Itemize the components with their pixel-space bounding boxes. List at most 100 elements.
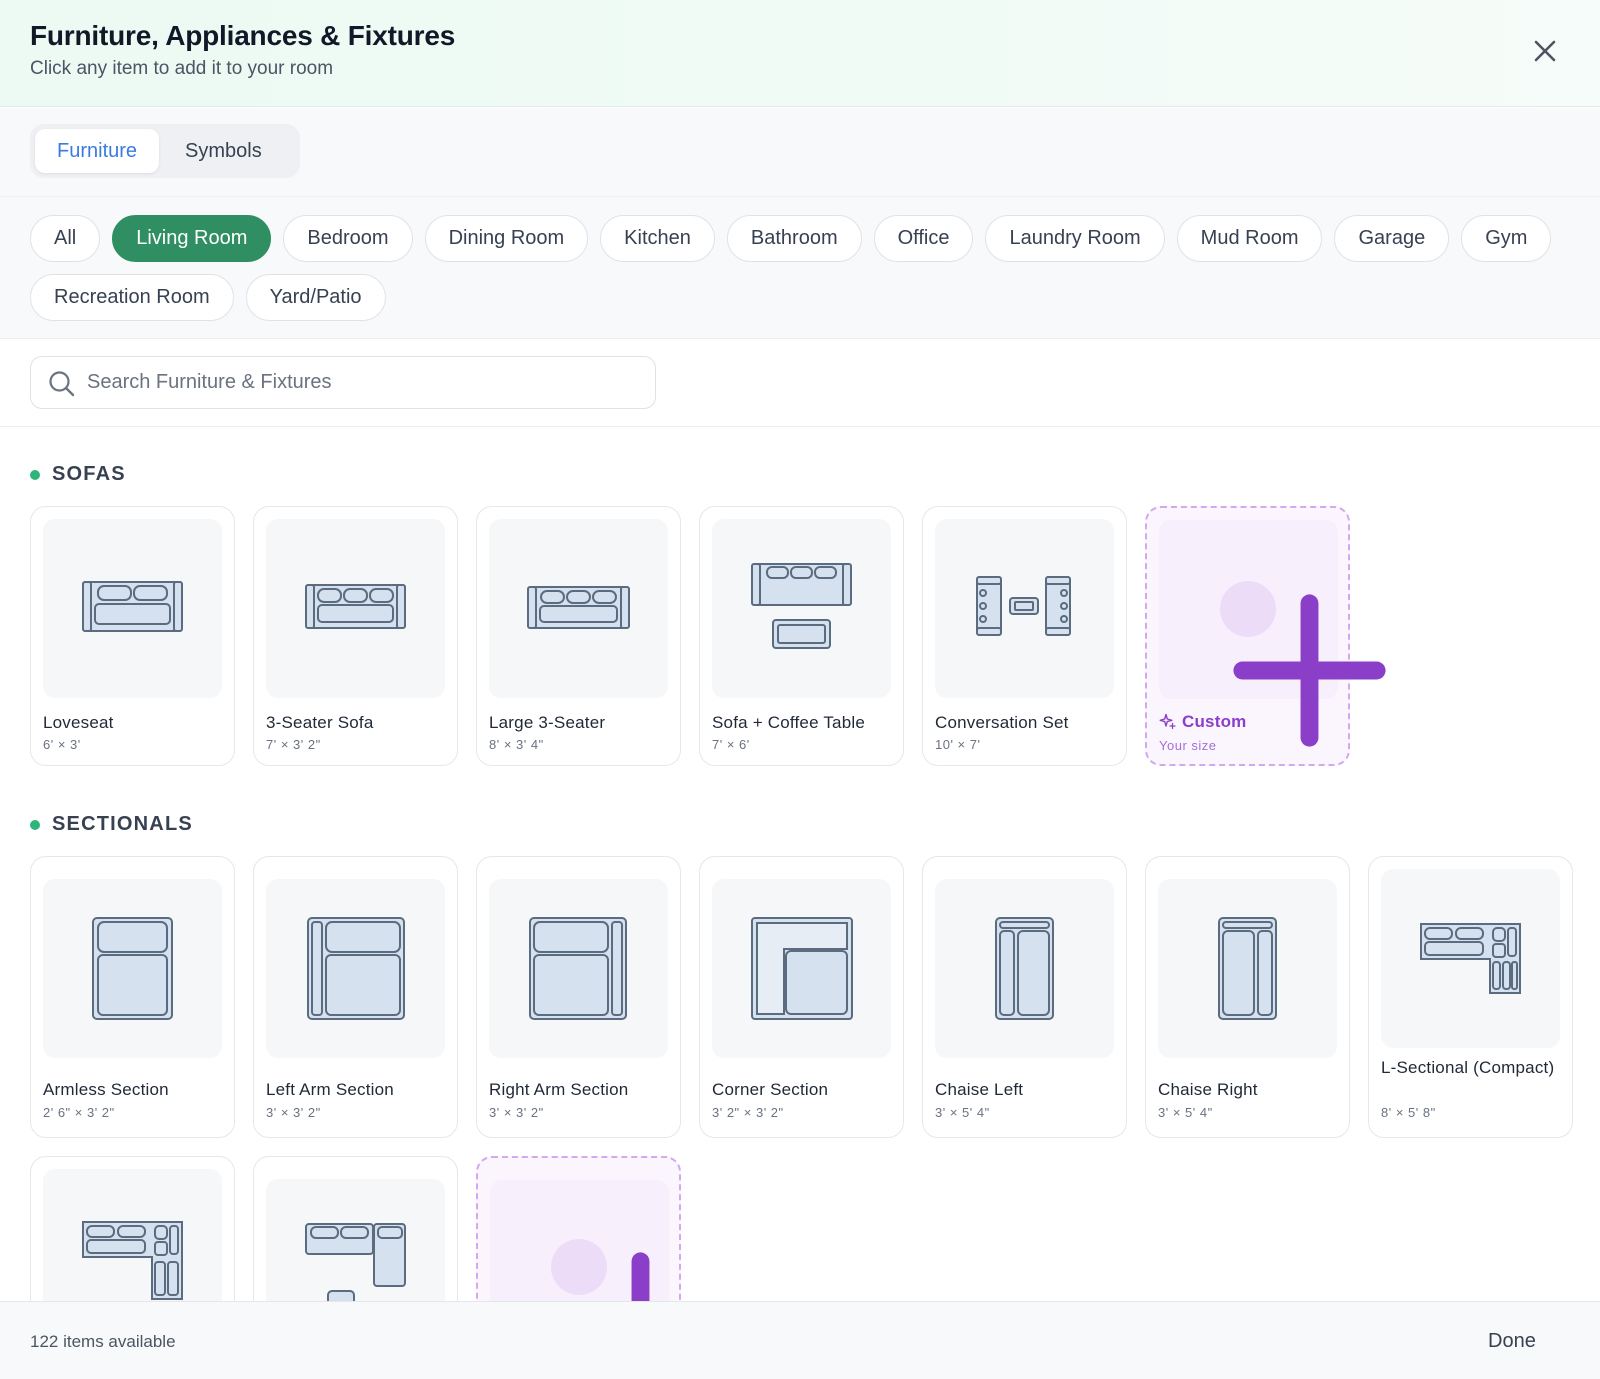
item-thumbnail bbox=[712, 519, 891, 698]
item-name: Right Arm Section bbox=[489, 1080, 629, 1099]
close-icon bbox=[1534, 40, 1556, 62]
dialog-subtitle: Click any item to add it to your room bbox=[30, 58, 334, 79]
item-card-sectional-with-ottoman[interactable] bbox=[253, 1156, 458, 1301]
item-thumbnail bbox=[489, 519, 668, 698]
sparkle-icon bbox=[1159, 713, 1176, 730]
item-name: Armless Section bbox=[43, 1080, 169, 1099]
tabs-bar: Furniture Symbols bbox=[0, 108, 1600, 197]
item-name: 3-Seater Sofa bbox=[266, 713, 374, 732]
item-thumbnail bbox=[266, 1179, 445, 1301]
item-thumbnail bbox=[43, 879, 222, 1058]
plus-icon bbox=[1233, 594, 1386, 747]
item-card-l-sectional-compact[interactable]: L-Sectional (Compact) 8' × 5' 8" bbox=[1368, 856, 1573, 1138]
item-dimensions: 8' × 5' 8" bbox=[1381, 1105, 1436, 1120]
filter-bathroom[interactable]: Bathroom bbox=[726, 215, 862, 262]
item-card-custom-sectional[interactable] bbox=[476, 1156, 681, 1301]
item-dimensions: 3' × 3' 2" bbox=[489, 1105, 544, 1120]
filter-office[interactable]: Office bbox=[873, 215, 974, 262]
item-name: Corner Section bbox=[712, 1080, 829, 1099]
sectional-ottoman-icon bbox=[305, 1223, 406, 1301]
item-thumbnail bbox=[1381, 869, 1560, 1048]
section-heading-sectionals: SECTIONALS bbox=[30, 813, 193, 836]
item-dimensions: 3' × 5' 4" bbox=[1158, 1105, 1213, 1120]
add-custom-circle bbox=[551, 1239, 650, 1301]
item-name: L-Sectional (Compact) bbox=[1381, 1058, 1555, 1077]
close-button[interactable] bbox=[1528, 34, 1562, 68]
item-dimensions: 7' × 6' bbox=[712, 737, 750, 752]
item-name: Chaise Left bbox=[935, 1080, 1024, 1099]
filter-garage[interactable]: Garage bbox=[1334, 215, 1450, 262]
item-thumbnail bbox=[266, 519, 445, 698]
catalog-scroll-area[interactable]: SOFAS Loveseat 6' × 3' 3-Seater Sofa 7' … bbox=[0, 427, 1600, 1301]
search-input[interactable] bbox=[87, 357, 647, 408]
room-filter-bar: All Living Room Bedroom Dining Room Kitc… bbox=[0, 197, 1600, 339]
item-name: Sofa + Coffee Table bbox=[712, 713, 865, 732]
item-dimensions: 8' × 3' 4" bbox=[489, 737, 544, 752]
filter-living-room[interactable]: Living Room bbox=[112, 215, 272, 262]
search-box bbox=[30, 356, 656, 409]
item-card-loveseat[interactable]: Loveseat 6' × 3' bbox=[30, 506, 235, 766]
right-arm-section-icon bbox=[529, 917, 627, 1020]
section-title-text: SECTIONALS bbox=[52, 813, 193, 835]
dialog-footer: 122 items available Done bbox=[0, 1301, 1600, 1379]
item-thumbnail bbox=[712, 879, 891, 1058]
sofa-coffee-table-icon bbox=[751, 563, 852, 649]
item-name: Chaise Right bbox=[1158, 1080, 1258, 1099]
custom-thumbnail bbox=[1159, 520, 1386, 747]
item-card-3-seater-sofa[interactable]: 3-Seater Sofa 7' × 3' 2" bbox=[253, 506, 458, 766]
item-thumbnail bbox=[43, 1169, 222, 1301]
item-card-chaise-left[interactable]: Chaise Left 3' × 5' 4" bbox=[922, 856, 1127, 1138]
section-dot bbox=[30, 819, 40, 830]
item-dimensions: 2' 6" × 3' 2" bbox=[43, 1105, 115, 1120]
dialog-header: Furniture, Appliances & Fixtures Click a… bbox=[0, 0, 1600, 107]
large-sofa-icon bbox=[527, 586, 630, 629]
custom-label: Custom bbox=[1182, 712, 1247, 731]
filter-laundry-room[interactable]: Laundry Room bbox=[985, 215, 1165, 262]
item-thumbnail bbox=[1158, 879, 1337, 1058]
plus-icon bbox=[631, 1252, 650, 1301]
item-card-right-arm-section[interactable]: Right Arm Section 3' × 3' 2" bbox=[476, 856, 681, 1138]
conversation-set-icon bbox=[976, 576, 1071, 636]
section-dot bbox=[30, 469, 40, 480]
item-card-large-3-seater[interactable]: Large 3-Seater 8' × 3' 4" bbox=[476, 506, 681, 766]
filter-mud-room[interactable]: Mud Room bbox=[1176, 215, 1323, 262]
item-card-armless-section[interactable]: Armless Section 2' 6" × 3' 2" bbox=[30, 856, 235, 1138]
loveseat-icon bbox=[82, 581, 183, 632]
item-thumbnail bbox=[935, 519, 1114, 698]
item-dimensions: 3' × 3' 2" bbox=[266, 1105, 321, 1120]
filter-recreation-room[interactable]: Recreation Room bbox=[30, 274, 234, 321]
filter-bedroom[interactable]: Bedroom bbox=[283, 215, 413, 262]
item-dimensions: 7' × 3' 2" bbox=[266, 737, 321, 752]
tab-group: Furniture Symbols bbox=[30, 124, 300, 178]
filter-dining-room[interactable]: Dining Room bbox=[424, 215, 589, 262]
item-card-custom-sofa[interactable]: Custom Your size bbox=[1145, 506, 1386, 766]
filter-kitchen[interactable]: Kitchen bbox=[600, 215, 715, 262]
tab-symbols[interactable]: Symbols bbox=[163, 129, 284, 173]
custom-item-name: Custom bbox=[1159, 711, 1341, 732]
custom-dimensions: Your size bbox=[1159, 738, 1217, 753]
item-card-chaise-right[interactable]: Chaise Right 3' × 5' 4" bbox=[1145, 856, 1350, 1138]
filter-yard-patio[interactable]: Yard/Patio bbox=[245, 274, 386, 321]
filter-gym[interactable]: Gym bbox=[1461, 215, 1552, 262]
item-card-sofa-coffee-table[interactable]: Sofa + Coffee Table 7' × 6' bbox=[699, 506, 904, 766]
item-card-l-sectional-large[interactable] bbox=[30, 1156, 235, 1301]
item-count: 122 items available bbox=[30, 1332, 176, 1351]
armless-section-icon bbox=[92, 917, 173, 1020]
item-card-left-arm-section[interactable]: Left Arm Section 3' × 3' 2" bbox=[253, 856, 458, 1138]
item-dimensions: 6' × 3' bbox=[43, 737, 81, 752]
section-title-text: SOFAS bbox=[52, 463, 126, 485]
chaise-left-icon bbox=[995, 917, 1054, 1020]
item-thumbnail bbox=[43, 519, 222, 698]
add-custom-circle bbox=[1220, 581, 1386, 747]
item-card-corner-section[interactable]: Corner Section 3' 2" × 3' 2" bbox=[699, 856, 904, 1138]
filter-all[interactable]: All bbox=[30, 215, 101, 262]
item-name: Conversation Set bbox=[935, 713, 1069, 732]
search-icon bbox=[49, 371, 75, 397]
tab-furniture[interactable]: Furniture bbox=[35, 129, 160, 173]
chaise-right-icon bbox=[1218, 917, 1277, 1020]
done-button[interactable]: Done bbox=[1488, 1326, 1536, 1356]
custom-thumbnail bbox=[490, 1180, 669, 1301]
three-seater-sofa-icon bbox=[305, 584, 406, 629]
item-card-conversation-set[interactable]: Conversation Set 10' × 7' bbox=[922, 506, 1127, 766]
item-dimensions: 10' × 7' bbox=[935, 737, 981, 752]
